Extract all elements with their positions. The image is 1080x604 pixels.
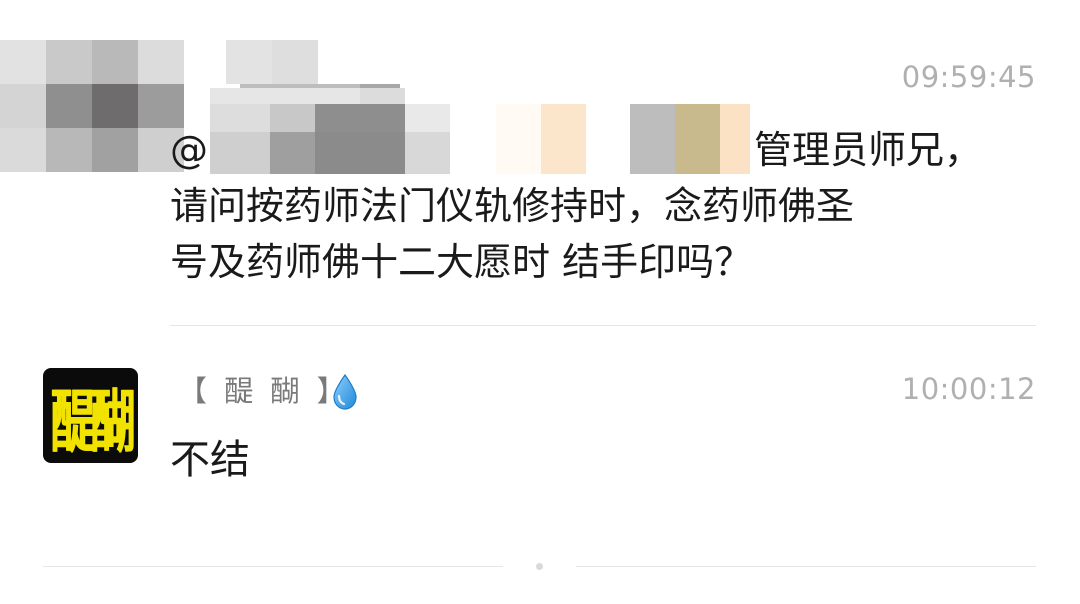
bottom-divider-left (43, 566, 503, 567)
message-time: 09:59:45 (901, 60, 1036, 94)
message-divider (170, 325, 1036, 326)
message-text-line-3: 号及药师佛十二大愿时 结手印吗？ (170, 240, 753, 284)
separator-dot (536, 563, 543, 570)
message-time: 10:00:12 (901, 372, 1036, 406)
message-text-line-1: 管理员师兄， (754, 128, 983, 172)
mention-at-symbol: @ (170, 128, 208, 172)
avatar[interactable]: 醍醐 (43, 368, 138, 463)
bottom-divider-right (576, 566, 1036, 567)
message-text: 不结 (170, 437, 250, 483)
water-drop-icon (333, 374, 357, 410)
avatar-text: 醍醐 (50, 382, 135, 462)
message-1: 09:59:45 @ 管理员师兄， 请问按药师法门仪轨修持时，念药师佛圣 号及药… (0, 0, 1080, 326)
message-text-line-2: 请问按药师法门仪轨修持时，念药师佛圣 (170, 184, 855, 228)
sender-name[interactable]: 【 醍 醐 】 (178, 370, 350, 412)
blurred-mention-mosaic (210, 88, 750, 178)
